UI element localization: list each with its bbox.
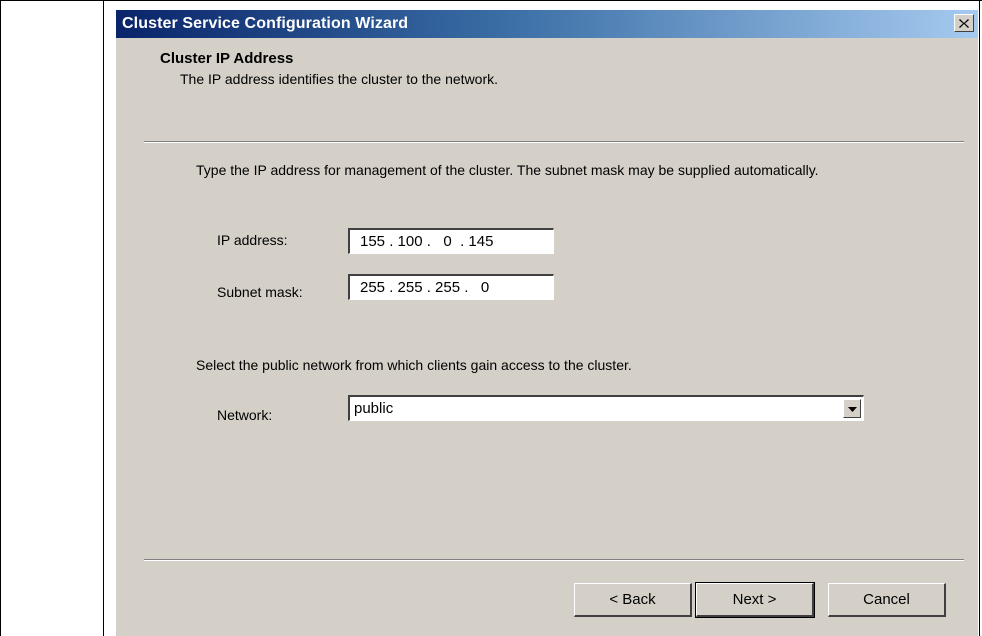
document-frame-top [0,0,982,1]
network-label: Network: [217,407,273,423]
footer-divider [144,559,964,561]
page-title: Cluster IP Address [160,50,294,67]
header-divider [144,141,964,143]
document-frame-right [979,0,980,636]
dropdown-button[interactable] [843,399,861,418]
ip-address-field[interactable]: 155 . 100 . 0 . 145 [348,228,554,254]
network-dropdown[interactable]: public [348,395,864,421]
page-subtitle: The IP address identifies the cluster to… [180,71,499,87]
document-frame-divider [103,0,104,636]
network-selected-value: public [354,400,394,417]
back-button[interactable]: < Back [574,583,692,617]
close-button[interactable] [954,14,974,32]
wizard-dialog: Cluster Service Configuration Wizard Clu… [116,10,978,636]
network-instruction-text: Select the public network from which cli… [196,357,632,373]
window-title: Cluster Service Configuration Wizard [122,15,409,32]
subnet-mask-label: Subnet mask: [217,284,303,300]
title-bar[interactable]: Cluster Service Configuration Wizard [116,10,978,38]
instruction-text: Type the IP address for management of th… [196,162,819,178]
ip-address-label: IP address: [217,232,288,248]
chevron-down-icon [847,400,857,418]
subnet-mask-field[interactable]: 255 . 255 . 255 . 0 [348,274,554,300]
cancel-button[interactable]: Cancel [828,583,946,617]
document-frame-left [0,0,1,636]
close-icon [959,16,969,31]
next-button[interactable]: Next > [695,582,815,618]
